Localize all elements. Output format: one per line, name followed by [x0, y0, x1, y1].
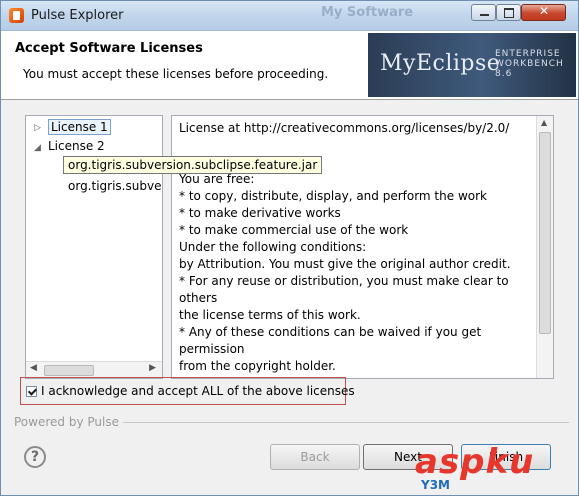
collapse-arrow-icon[interactable]: ◢	[34, 143, 41, 153]
footer-divider	[123, 422, 569, 423]
license-line: the license terms of this work.	[179, 308, 361, 322]
window-title: Pulse Explorer	[31, 8, 124, 23]
tree-item-feature-jar[interactable]: org.tigris.subver	[68, 179, 162, 193]
accept-checkbox-label[interactable]: I acknowledge and accept ALL of the abov…	[41, 384, 355, 398]
license-line: License at http://creativecommons.org/li…	[179, 121, 510, 135]
brand-name: MyEclipse	[380, 51, 501, 76]
tree-horizontal-scrollbar[interactable]: ◀ ▶	[26, 361, 162, 378]
tree-item-license-1[interactable]: License 1	[48, 119, 111, 135]
license-line: others	[179, 291, 218, 305]
accept-checkbox[interactable]	[26, 386, 37, 397]
tree-item-tooltip: org.tigris.subversion.subclipse.feature.…	[63, 156, 323, 174]
wizard-header: Accept Software Licenses You must accept…	[1, 31, 578, 100]
license-line: permission	[179, 342, 245, 356]
license-line	[179, 137, 534, 154]
license-text-area[interactable]: License at http://creativecommons.org/li…	[171, 115, 554, 379]
site-watermark: aspku	[415, 442, 535, 482]
license-line: * to make commercial use of the work	[179, 223, 409, 237]
myeclipse-logo: MyEclipse ENTERPRISE WORKBENCH 8.6	[368, 33, 576, 97]
page-description: You must accept these licenses before pr…	[23, 67, 329, 81]
minimize-button[interactable]	[471, 4, 496, 21]
license-line: from the copyright holder.	[179, 359, 336, 373]
maximize-button[interactable]	[496, 4, 521, 21]
help-icon[interactable]: ?	[24, 446, 46, 468]
scroll-right-icon[interactable]: ▶	[149, 363, 156, 373]
site-watermark-sub: Y3M	[421, 478, 450, 492]
background-window-title: My Software	[321, 5, 414, 20]
close-icon: ✕	[539, 4, 550, 18]
license-line: by Attribution. You must give the origin…	[179, 257, 511, 271]
scroll-left-icon[interactable]: ◀	[30, 363, 37, 373]
scroll-up-icon[interactable]: ▲	[541, 118, 547, 127]
pulse-app-icon	[9, 8, 24, 23]
license-line: * to copy, distribute, display, and perf…	[179, 189, 487, 203]
expand-arrow-icon[interactable]: ▷	[34, 123, 41, 133]
brand-edition: ENTERPRISE WORKBENCH 8.6	[495, 49, 576, 79]
page-title: Accept Software Licenses	[15, 41, 203, 56]
brand-sub-line2: WORKBENCH 8.6	[495, 59, 564, 79]
scroll-thumb[interactable]	[539, 132, 551, 334]
brand-sub-line1: ENTERPRISE	[495, 49, 561, 59]
scroll-thumb[interactable]	[44, 365, 94, 376]
license-line: Under the following conditions:	[179, 240, 367, 254]
powered-by-label: Powered by Pulse	[14, 415, 119, 429]
license-vertical-scrollbar[interactable]: ▲	[536, 116, 553, 378]
back-button[interactable]: Back	[270, 444, 360, 470]
pulse-explorer-window: Pulse Explorer My Software ✕ Accept Soft…	[0, 0, 579, 496]
license-line: * to make derivative works	[179, 206, 341, 220]
close-button[interactable]: ✕	[521, 4, 566, 21]
license-line: * For any reuse or distribution, you mus…	[179, 274, 509, 288]
title-bar[interactable]: Pulse Explorer My Software ✕	[1, 1, 578, 31]
accept-licenses-option[interactable]: I acknowledge and accept ALL of the abov…	[20, 377, 355, 405]
license-tree[interactable]: ▷ License 1 ◢ License 2 org.tigris.subve…	[25, 115, 163, 379]
tree-item-license-2[interactable]: License 2	[48, 139, 105, 153]
license-line: * Any of these conditions can be waived …	[179, 325, 482, 339]
